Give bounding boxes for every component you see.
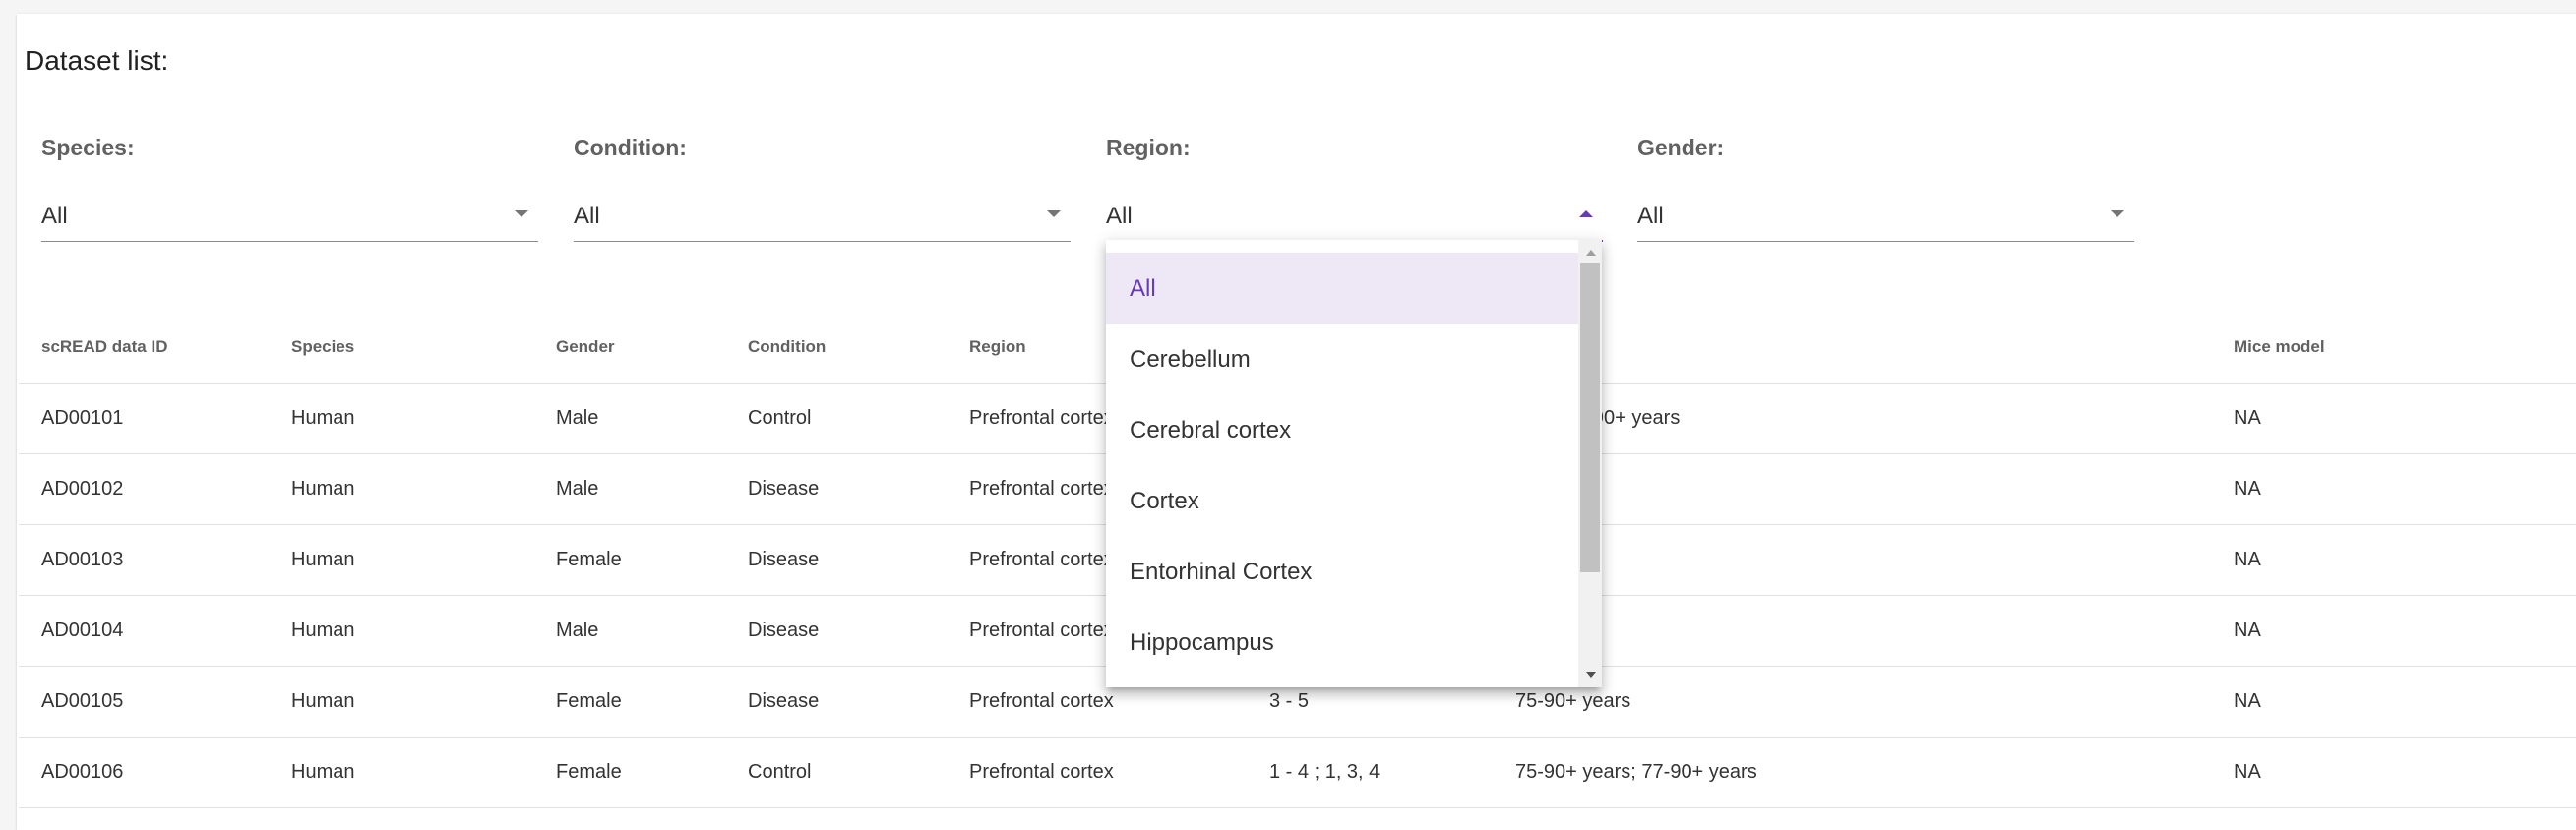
table-row[interactable]: AD00106 Human Female Control Prefrontal … [19,737,2576,808]
gender-select-value: All [1637,203,1664,229]
cell-species: Human [291,620,355,641]
cell-mice-model: NA [2234,549,2261,570]
cell-condition: Disease [748,549,820,570]
cell-id: AD00103 [41,549,124,570]
region-option-cerebral-cortex[interactable]: Cerebral cortex [1106,394,1578,465]
species-select[interactable]: All [41,193,538,242]
region-option-label: Entorhinal Cortex [1130,559,1313,585]
cell-age: 75-90+ years; 77-90+ years [1515,761,1757,783]
chevron-down-icon [2111,210,2124,217]
cell-species: Human [291,761,355,783]
header-gender[interactable]: Gender [556,337,615,357]
cell-gender: Female [556,690,622,712]
cell-braak: 3 - 5 [1269,690,1310,712]
cell-age: 75-90+ years [1515,690,1631,712]
cell-region: Prefrontal cortex [969,549,1114,570]
region-option-label: Cerebral cortex [1130,417,1292,444]
condition-select-value: All [574,203,600,229]
region-option-label: Cortex [1130,488,1199,514]
cell-region: Prefrontal cortex [969,761,1114,783]
region-option-entorhinal-cortex[interactable]: Entorhinal Cortex [1106,536,1578,607]
cell-mice-model: NA [2234,407,2261,429]
gender-select[interactable]: All [1637,193,2134,242]
cell-species: Human [291,407,355,429]
cell-mice-model: NA [2234,478,2261,500]
cell-condition: Disease [748,478,820,500]
species-select-value: All [41,203,68,229]
cell-id: AD00101 [41,407,124,429]
dropdown-scrollbar[interactable] [1578,240,1602,687]
region-dropdown-menu[interactable]: All Cerebellum Cerebral cortex Cortex En… [1106,240,1602,687]
page-title: Dataset list: [25,45,169,76]
condition-filter-label: Condition: [574,135,687,160]
cell-condition: Disease [748,620,820,641]
condition-select[interactable]: All [574,193,1071,242]
cell-id: AD00106 [41,761,124,783]
header-condition[interactable]: Condition [748,337,826,357]
region-select-value: All [1106,203,1133,229]
cell-condition: Disease [748,690,820,712]
cell-id: AD00105 [41,690,124,712]
region-option-label: All [1130,275,1156,302]
cell-id: AD00104 [41,620,124,641]
region-filter-label: Region: [1106,135,1191,160]
cell-species: Human [291,690,355,712]
cell-gender: Male [556,407,599,429]
species-filter-label: Species: [41,135,135,160]
region-select[interactable]: All [1106,193,1603,242]
cell-species: Human [291,549,355,570]
header-region[interactable]: Region [969,337,1026,357]
cell-gender: Female [556,761,622,783]
cell-mice-model: NA [2234,690,2261,712]
header-dataset-id[interactable]: scREAD data ID [41,337,167,357]
cell-condition: Control [748,761,812,783]
region-option-cortex[interactable]: Cortex [1106,465,1578,536]
scroll-up-arrow-icon[interactable] [1586,250,1596,256]
header-species[interactable]: Species [291,337,354,357]
region-option-cerebellum[interactable]: Cerebellum [1106,324,1578,394]
chevron-down-icon [1047,210,1061,217]
region-option-label: Hippocampus [1130,629,1274,656]
cell-region: Prefrontal cortex [969,690,1114,712]
cell-region: Prefrontal cortex [969,620,1114,641]
gender-filter-label: Gender: [1637,135,1725,160]
cell-gender: Female [556,549,622,570]
cell-condition: Control [748,407,812,429]
region-option-label: Cerebellum [1130,346,1251,373]
cell-mice-model: NA [2234,761,2261,783]
cell-id: AD00102 [41,478,124,500]
cell-region: Prefrontal cortex [969,407,1114,429]
region-option-hippocampus[interactable]: Hippocampus [1106,607,1578,678]
chevron-down-icon [515,210,528,217]
scroll-down-arrow-icon[interactable] [1586,672,1596,678]
cell-species: Human [291,478,355,500]
region-option-all[interactable]: All [1106,253,1578,324]
cell-braak: 1 - 4 ; 1, 3, 4 [1269,761,1380,783]
cell-gender: Male [556,478,599,500]
scrollbar-thumb[interactable] [1580,263,1600,572]
header-mice-model[interactable]: Mice model [2234,337,2325,357]
chevron-up-icon [1579,210,1593,217]
cell-gender: Male [556,620,599,641]
cell-region: Prefrontal cortex [969,478,1114,500]
cell-mice-model: NA [2234,620,2261,641]
